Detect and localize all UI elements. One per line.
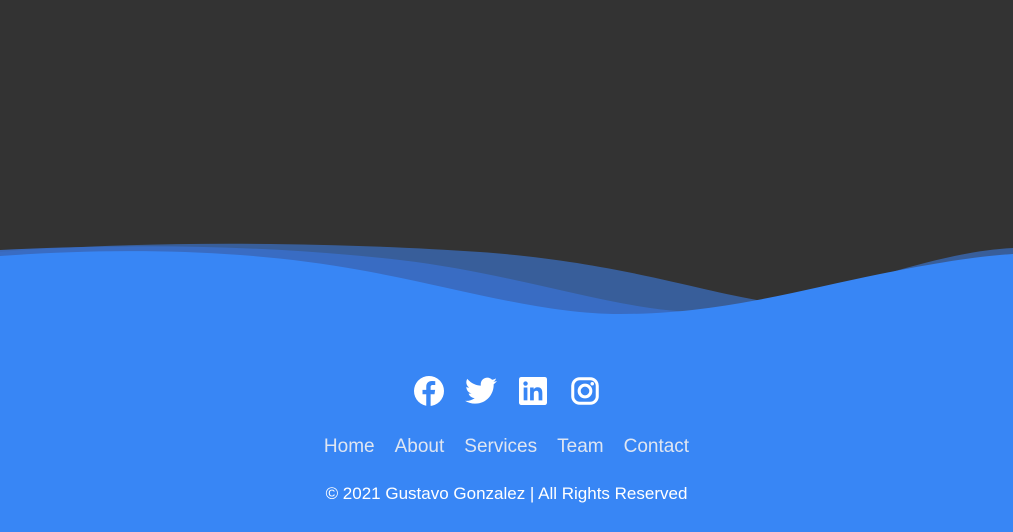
- decorative-waves: [0, 243, 1013, 340]
- footer: Home About Services Team Contact © 2021 …: [0, 330, 1013, 532]
- nav-team[interactable]: Team: [557, 436, 603, 458]
- twitter-link[interactable]: [464, 375, 497, 407]
- social-links: [0, 375, 1013, 411]
- footer-nav: Home About Services Team Contact: [0, 436, 1013, 458]
- twitter-icon: [464, 377, 497, 404]
- facebook-icon: [413, 376, 444, 406]
- page: Home About Services Team Contact © 2021 …: [0, 0, 1013, 532]
- copyright-text: © 2021 Gustavo Gonzalez | All Rights Res…: [325, 484, 688, 503]
- linkedin-link[interactable]: [517, 375, 549, 407]
- instagram-link[interactable]: [569, 375, 601, 407]
- nav-services[interactable]: Services: [464, 436, 537, 458]
- instagram-icon: [570, 377, 599, 405]
- nav-home[interactable]: Home: [324, 436, 375, 458]
- nav-contact[interactable]: Contact: [624, 436, 689, 458]
- linkedin-icon: [518, 377, 547, 405]
- nav-about[interactable]: About: [395, 436, 445, 458]
- facebook-link[interactable]: [413, 375, 445, 407]
